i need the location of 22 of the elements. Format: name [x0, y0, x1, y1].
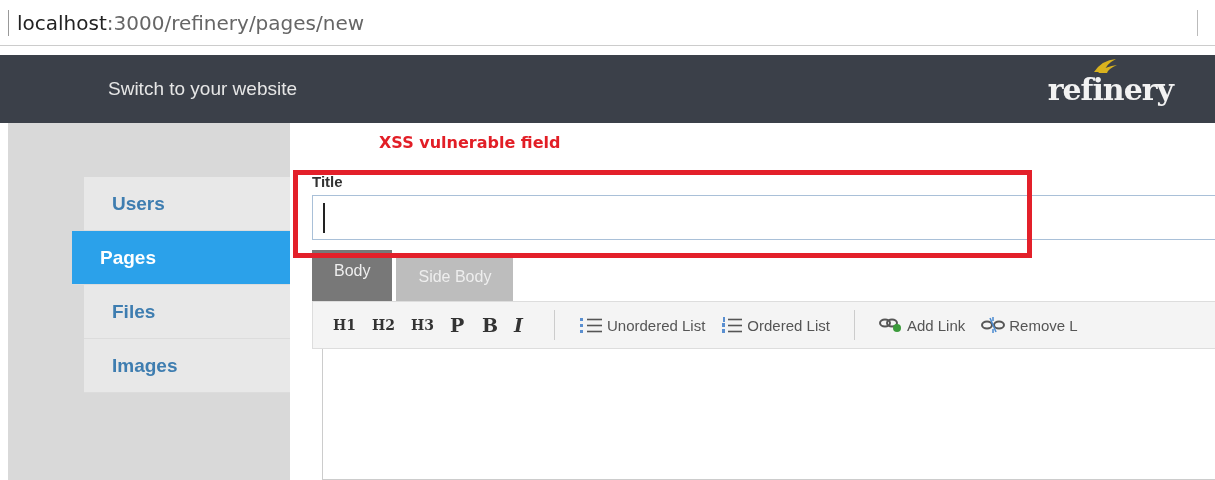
- remove-link-button[interactable]: Remove L: [979, 316, 1080, 334]
- broken-link-icon: [981, 316, 1006, 334]
- flame-icon: [1091, 57, 1118, 74]
- switch-website-link[interactable]: Switch to your website: [108, 78, 298, 100]
- bulleted-list-icon: [578, 316, 603, 334]
- editor-text-area[interactable]: [322, 349, 1215, 480]
- unordered-list-button[interactable]: Unordered List: [576, 316, 708, 334]
- format-button[interactable]: P: [447, 314, 468, 336]
- add-link-button[interactable]: Add Link: [876, 316, 968, 334]
- format-button[interactable]: H1: [331, 317, 358, 333]
- format-button[interactable]: H3: [408, 317, 436, 333]
- logo-text: refinery: [1047, 71, 1173, 107]
- editor-tab[interactable]: Body: [312, 250, 393, 301]
- chain-link-icon: [878, 317, 903, 333]
- annotation-label: XSS vulnerable field: [379, 133, 561, 154]
- ordered-list-button[interactable]: Ordered List: [719, 316, 832, 334]
- title-input-field[interactable]: [312, 195, 1215, 240]
- field-label: Title: [312, 173, 343, 192]
- format-button[interactable]: B: [479, 314, 500, 336]
- format-button[interactable]: H2: [369, 317, 397, 333]
- italic-button[interactable]: I: [511, 314, 532, 336]
- numbered-list-icon: [721, 316, 744, 334]
